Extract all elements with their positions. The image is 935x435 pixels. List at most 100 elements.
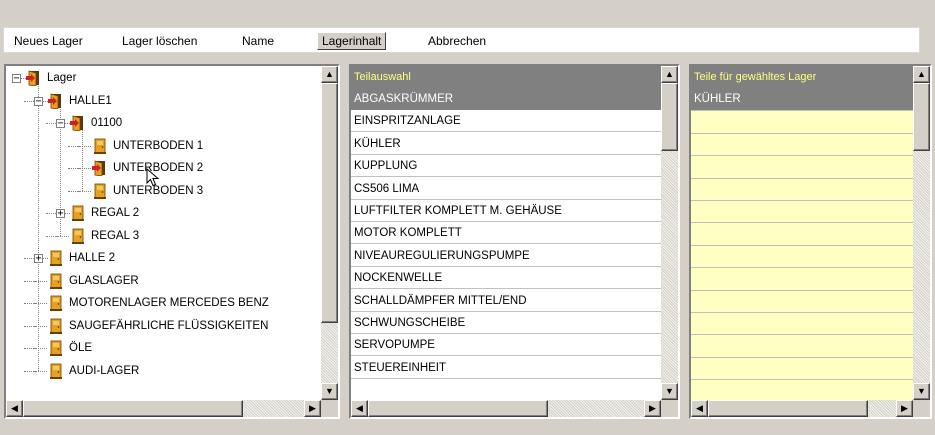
storage-hscroll-thumb[interactable]	[708, 400, 868, 417]
mouse-cursor-icon	[146, 168, 160, 187]
parts-list-item[interactable]: SCHALLDÄMPFER MITTEL/END	[351, 290, 661, 312]
storage-contents-button[interactable]: Lagerinhalt	[317, 32, 387, 50]
scroll-up-icon[interactable]: ▲	[321, 66, 338, 83]
parts-list-item[interactable]: KUPPLUNG	[351, 155, 661, 178]
tree-item-label[interactable]: UNTERBODEN 1	[113, 135, 203, 157]
grid-line	[691, 110, 913, 112]
storage-tree-panel: − Lager − HALLE1−01100 UNTERBODEN 1 UNTERBODE…	[4, 64, 340, 419]
scroll-down-icon[interactable]: ▼	[661, 383, 678, 400]
tree-item-label[interactable]: REGAL 2	[91, 202, 139, 224]
scroll-down-icon[interactable]: ▼	[913, 383, 930, 400]
tree-item-label[interactable]: HALLE1	[69, 90, 112, 112]
collapse-icon[interactable]: −	[34, 96, 43, 106]
grid-line	[691, 222, 913, 224]
scroll-down-icon[interactable]: ▼	[321, 383, 338, 400]
door-closed-icon	[48, 340, 64, 356]
parts-selection-list: Teilauswahl ABGASKRÜMMER EINSPRITZANLAGE K…	[349, 64, 680, 419]
door-closed-icon	[48, 295, 64, 311]
storage-parts-header: Teile für gewähltes Lager	[691, 66, 913, 88]
expand-icon[interactable]: +	[56, 209, 65, 219]
scroll-right-icon[interactable]: ▶	[896, 400, 913, 417]
tree-item-label[interactable]: SAUGEFÄHRLICHE FLÜSSIGKEITEN	[69, 315, 268, 337]
parts-hscroll-thumb[interactable]	[368, 400, 548, 417]
scrollbar-corner	[321, 400, 338, 417]
grid-line	[691, 334, 913, 336]
parts-list-item[interactable]: SERVOPUMPE	[351, 334, 661, 357]
door-open-icon	[48, 92, 64, 109]
scroll-up-icon[interactable]: ▲	[913, 66, 930, 83]
grid-line	[691, 289, 913, 291]
parts-list-item[interactable]: CS506 LIMA	[351, 178, 661, 200]
tree-item-label[interactable]: MOTORENLAGER MERCEDES BENZ	[69, 292, 269, 314]
storage-horizontal-scrollbar[interactable]: ◀ ▶	[691, 400, 913, 417]
scroll-left-icon[interactable]: ◀	[691, 400, 708, 417]
grid-line	[691, 177, 913, 179]
tree-item-label[interactable]: 01100	[91, 112, 122, 134]
tree-connector-line	[34, 280, 47, 282]
parts-list-item[interactable]: SCHWUNGSCHEIBE	[351, 312, 661, 334]
scroll-left-icon[interactable]: ◀	[6, 400, 23, 417]
tree-hscroll-thumb[interactable]	[23, 400, 243, 417]
tree-item-label[interactable]: Lager	[47, 67, 76, 89]
toolbar: Neues Lager Lager löschen Name Lagerinha…	[3, 27, 920, 53]
tree-item-label[interactable]: GLASLAGER	[69, 270, 139, 292]
tree-vertical-scrollbar[interactable]: ▲ ▼	[321, 66, 338, 400]
storage-scroll-thumb[interactable]	[913, 83, 930, 151]
tree-horizontal-scrollbar[interactable]: ◀ ▶	[6, 400, 321, 417]
tree-item-label[interactable]: ÖLE	[69, 337, 92, 359]
parts-list-item[interactable]: MOTOR KOMPLETT	[351, 222, 661, 245]
parts-list-item[interactable]: NOCKENWELLE	[351, 267, 661, 290]
door-closed-icon	[92, 183, 108, 199]
new-storage-button[interactable]: Neues Lager	[10, 32, 87, 50]
parts-list-item[interactable]: KÜHLER	[351, 133, 661, 155]
door-closed-icon	[70, 228, 86, 244]
tree-item-label[interactable]: AUDI-LAGER	[69, 360, 139, 382]
parts-scroll-thumb[interactable]	[661, 83, 678, 151]
door-closed-icon	[70, 205, 86, 221]
cancel-button[interactable]: Abbrechen	[424, 32, 490, 50]
expand-icon[interactable]: +	[34, 254, 43, 264]
grid-line	[691, 155, 913, 157]
tree-connector-line	[82, 129, 83, 191]
grid-line	[691, 312, 913, 313]
parts-list-item[interactable]: ABGASKRÜMMER	[351, 88, 661, 110]
grid-line	[691, 356, 913, 358]
delete-storage-button[interactable]: Lager löschen	[118, 32, 201, 50]
door-open-icon	[92, 160, 108, 177]
storage-parts-item[interactable]: KÜHLER	[691, 88, 913, 110]
storage-vertical-scrollbar[interactable]: ▲ ▼	[913, 66, 930, 400]
parts-list-item[interactable]: EINSPRITZANLAGE	[351, 110, 661, 133]
grid-line	[691, 379, 913, 381]
parts-horizontal-scrollbar[interactable]: ◀ ▶	[351, 400, 661, 417]
parts-list-header: Teilauswahl	[351, 66, 661, 88]
collapse-icon[interactable]: −	[56, 119, 65, 129]
door-closed-icon	[48, 318, 64, 334]
parts-list-item[interactable]: STEUEREINHEIT	[351, 357, 661, 379]
tree-connector-line	[34, 370, 47, 372]
tree-connector-line	[34, 325, 47, 327]
tree-item-label[interactable]: HALLE 2	[69, 247, 115, 269]
storage-parts-list: Teile für gewähltes Lager KÜHLER ▲ ▼ ◀ ▶	[689, 64, 932, 419]
scroll-right-icon[interactable]: ▶	[304, 400, 321, 417]
scroll-up-icon[interactable]: ▲	[661, 66, 678, 83]
tree-connector-line	[38, 84, 39, 371]
tree-connector-line	[34, 348, 47, 349]
scrollbar-corner	[913, 400, 930, 417]
door-closed-icon	[92, 138, 108, 154]
name-button[interactable]: Name	[238, 32, 278, 50]
tree-scroll-thumb[interactable]	[321, 83, 338, 323]
scroll-right-icon[interactable]: ▶	[644, 400, 661, 417]
grid-line	[691, 132, 913, 134]
parts-vertical-scrollbar[interactable]: ▲ ▼	[661, 66, 678, 400]
door-closed-icon	[48, 250, 64, 266]
tree-item-label[interactable]: REGAL 3	[91, 225, 139, 247]
door-open-icon	[70, 115, 86, 132]
scroll-left-icon[interactable]: ◀	[351, 400, 368, 417]
parts-list-item[interactable]: LUFTFILTER KOMPLETT M. GEHÄUSE	[351, 200, 661, 222]
door-open-icon	[26, 70, 42, 87]
tree-connector-line	[56, 235, 69, 237]
door-closed-icon	[48, 363, 64, 379]
tree-connector-line	[78, 168, 91, 169]
parts-list-item[interactable]: NIVEAUREGULIERUNGSPUMPE	[351, 245, 661, 267]
collapse-icon[interactable]: −	[12, 74, 21, 84]
